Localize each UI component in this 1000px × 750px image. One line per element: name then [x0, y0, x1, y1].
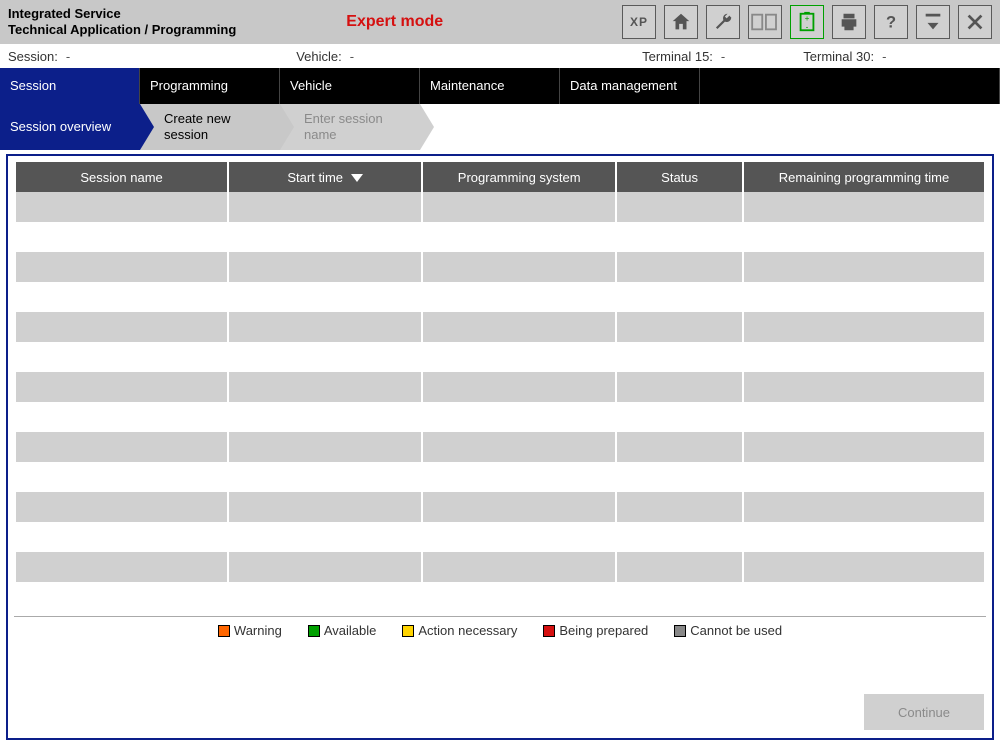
collapse-button[interactable]	[916, 5, 950, 39]
help-icon: ?	[880, 11, 902, 33]
print-button[interactable]	[832, 5, 866, 39]
tab-extra-1[interactable]	[930, 68, 1000, 104]
table-row[interactable]	[16, 312, 984, 342]
table-row[interactable]	[16, 432, 984, 462]
table-row[interactable]	[16, 402, 984, 432]
mode-badge: Expert mode	[346, 13, 443, 31]
primary-nav: Session Programming Vehicle Maintenance …	[0, 68, 1000, 104]
legend: Warning Available Action necessary Being…	[14, 616, 986, 642]
bc-enter-session-name: Enter session name	[280, 104, 420, 150]
secondary-nav: Session overview Create new session Ente…	[0, 104, 1000, 150]
col-session-name[interactable]: Session name	[16, 162, 227, 192]
session-table-wrap: Session name Start time Programming syst…	[14, 162, 986, 612]
app-title-line1: Integrated Service	[8, 6, 236, 22]
close-button[interactable]	[958, 5, 992, 39]
status-t15-label: Terminal 15:	[642, 49, 713, 64]
table-row[interactable]	[16, 192, 984, 222]
cannot-swatch-icon	[674, 625, 686, 637]
status-vehicle-label: Vehicle:	[296, 49, 342, 64]
settings-button[interactable]	[706, 5, 740, 39]
table-row[interactable]	[16, 522, 984, 552]
tab-session[interactable]: Session	[0, 68, 140, 104]
main-panel: Session name Start time Programming syst…	[6, 154, 994, 740]
app-title-block: Integrated Service Technical Application…	[8, 6, 236, 37]
home-button[interactable]	[664, 5, 698, 39]
status-vehicle-value: -	[350, 49, 354, 64]
session-table: Session name Start time Programming syst…	[14, 162, 986, 612]
session-table-body	[16, 192, 984, 612]
legend-action-necessary: Action necessary	[402, 623, 517, 638]
table-row[interactable]	[16, 222, 984, 252]
tab-maintenance[interactable]: Maintenance	[420, 68, 560, 104]
help-button[interactable]: ?	[874, 5, 908, 39]
col-remaining-time[interactable]: Remaining programming time	[744, 162, 984, 192]
action-swatch-icon	[402, 625, 414, 637]
status-t30-label: Terminal 30:	[803, 49, 874, 64]
home-icon	[670, 11, 692, 33]
warning-swatch-icon	[218, 625, 230, 637]
table-row[interactable]	[16, 492, 984, 522]
available-swatch-icon	[308, 625, 320, 637]
bc-session-overview[interactable]: Session overview	[0, 104, 140, 150]
legend-available: Available	[308, 623, 377, 638]
dual-pane-button[interactable]	[748, 5, 782, 39]
continue-button: Continue	[864, 694, 984, 730]
legend-being-prepared: Being prepared	[543, 623, 648, 638]
svg-text:-: -	[806, 22, 809, 31]
close-icon	[964, 11, 986, 33]
dual-pane-icon	[751, 11, 779, 33]
footer: Continue	[864, 694, 984, 730]
bc-create-new-session[interactable]: Create new session	[140, 104, 280, 150]
battery-icon: +-	[796, 11, 818, 33]
tab-filler	[700, 68, 930, 104]
svg-text:?: ?	[886, 14, 896, 32]
status-session-label: Session:	[8, 49, 58, 64]
table-row[interactable]	[16, 282, 984, 312]
tab-programming[interactable]: Programming	[140, 68, 280, 104]
legend-warning: Warning	[218, 623, 282, 638]
table-row[interactable]	[16, 552, 984, 582]
col-status[interactable]: Status	[617, 162, 742, 192]
print-icon	[838, 11, 860, 33]
prepared-swatch-icon	[543, 625, 555, 637]
status-t15-value: -	[721, 49, 725, 64]
collapse-icon	[922, 11, 944, 33]
table-row[interactable]	[16, 342, 984, 372]
top-header: Integrated Service Technical Application…	[0, 0, 1000, 44]
top-header-buttons: XP +- ?	[622, 5, 992, 39]
table-row[interactable]	[16, 372, 984, 402]
status-t30-value: -	[882, 49, 886, 64]
table-row[interactable]	[16, 252, 984, 282]
tab-vehicle[interactable]: Vehicle	[280, 68, 420, 104]
wrench-icon	[712, 11, 734, 33]
status-bar: Session: - Vehicle: - Terminal 15: - Ter…	[0, 44, 1000, 68]
table-row[interactable]	[16, 462, 984, 492]
legend-cannot-be-used: Cannot be used	[674, 623, 782, 638]
app-title-line2: Technical Application / Programming	[8, 22, 236, 38]
tab-data-management[interactable]: Data management	[560, 68, 700, 104]
table-row[interactable]	[16, 582, 984, 612]
status-session-value: -	[66, 49, 70, 64]
battery-button[interactable]: +-	[790, 5, 824, 39]
col-start-time[interactable]: Start time	[229, 162, 421, 192]
col-programming-system[interactable]: Programming system	[423, 162, 615, 192]
xp-button[interactable]: XP	[622, 5, 656, 39]
